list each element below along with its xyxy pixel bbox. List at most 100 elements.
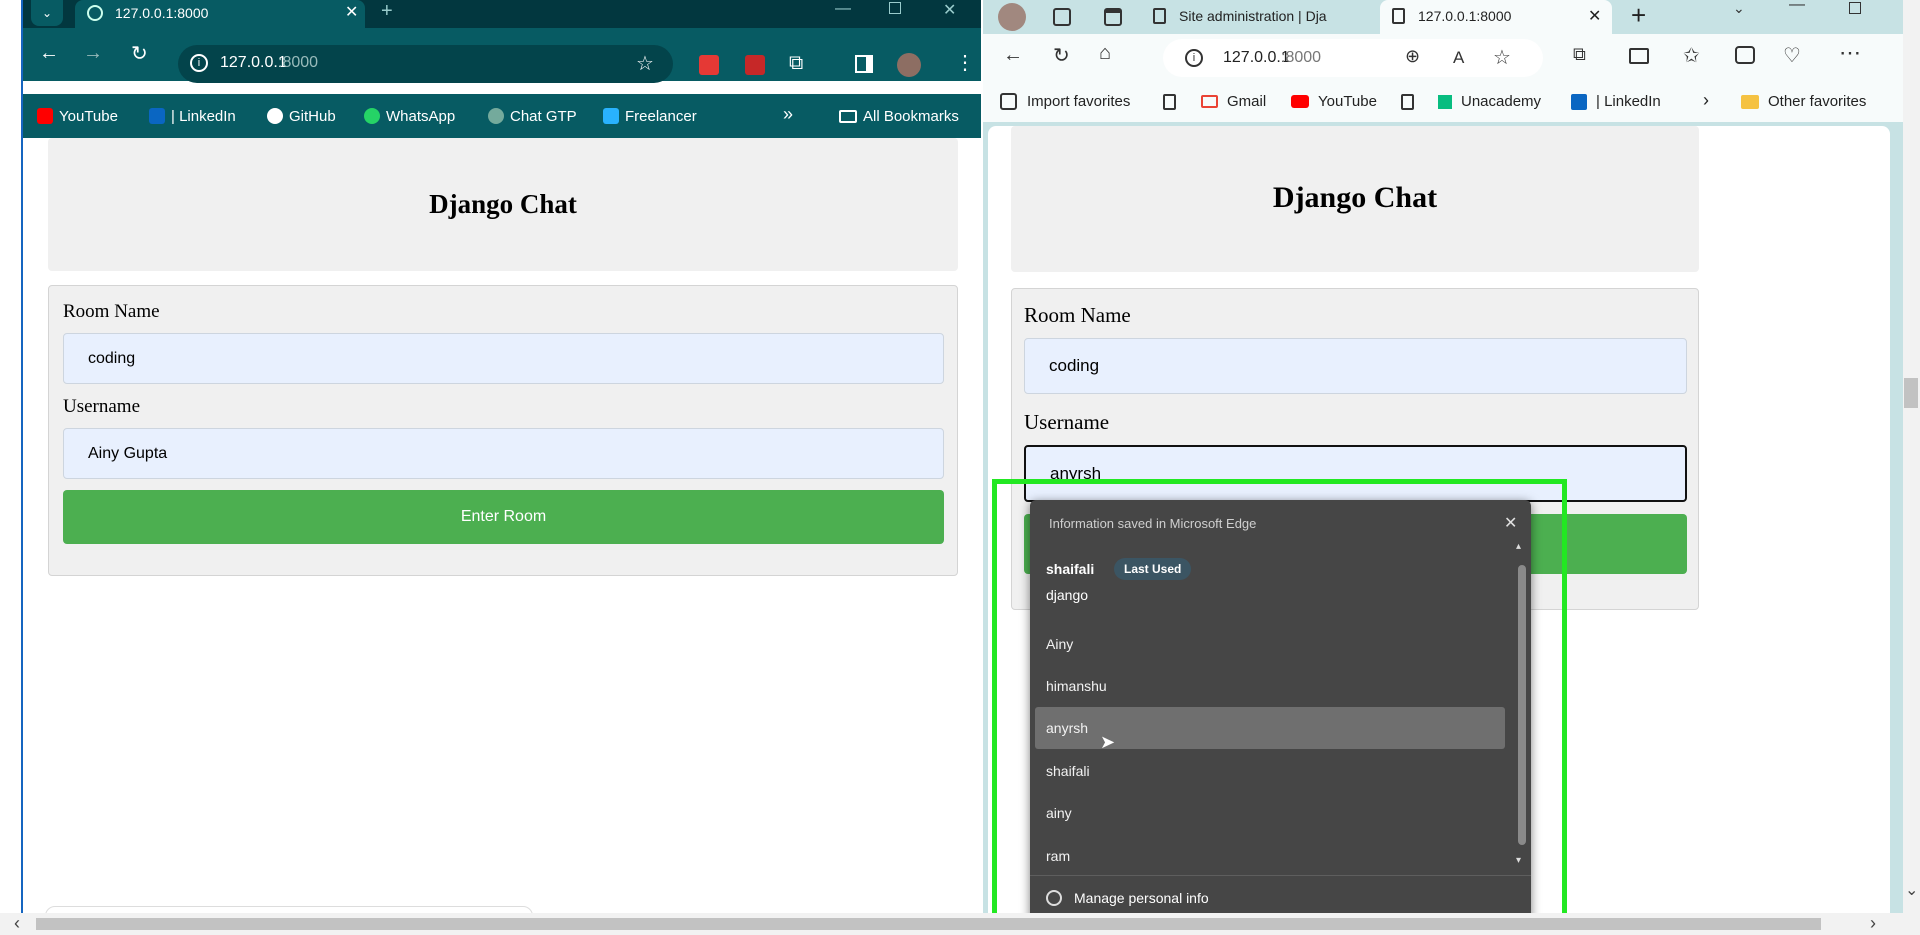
site-info-icon[interactable]: i (190, 54, 208, 72)
autofill-scrollbar[interactable]: ▴ ▾ (1514, 541, 1528, 875)
username-input[interactable]: Ainy Gupta (63, 428, 944, 479)
horizontal-scrollbar[interactable]: ‹ › (0, 913, 1903, 935)
gmail-icon (1201, 95, 1218, 108)
bookmark-chatgtp[interactable]: Chat GTP (488, 94, 577, 138)
freelancer-icon (603, 108, 619, 124)
bookmark-star-icon[interactable]: ☆ (636, 51, 654, 76)
chrome-bookmarks-bar: YouTube | LinkedIn GitHub WhatsApp Chat … (23, 94, 981, 138)
tab-list-chevron-icon[interactable]: ⌄ (1733, 0, 1745, 17)
settings-more-icon[interactable]: ⋯ (1839, 40, 1861, 66)
minimize-icon[interactable]: — (1789, 0, 1805, 14)
workspaces-icon[interactable] (1053, 8, 1071, 26)
chrome-window: ⌄ 127.0.0.1:8000 ✕ + — ✕ ← → ↻ i 127.0.0… (21, 0, 981, 935)
favorite-linkedin[interactable]: | LinkedIn (1571, 93, 1661, 110)
favorite-star-icon[interactable]: ☆ (1493, 45, 1511, 70)
maximize-icon[interactable] (1849, 2, 1861, 14)
browser-essentials-icon[interactable]: ♡ (1783, 43, 1801, 68)
person-card-icon (1046, 890, 1062, 906)
autofill-item[interactable]: himanshu (1035, 665, 1505, 707)
manage-personal-info-button[interactable]: Manage personal info (1046, 890, 1209, 906)
outer-vertical-scrollbar[interactable]: ⌄ (1903, 0, 1920, 935)
page-header: Django Chat (1011, 126, 1699, 272)
favorite-youtube[interactable]: YouTube (1291, 93, 1377, 110)
new-tab-icon[interactable]: + (1631, 0, 1646, 31)
bookmark-label: YouTube (59, 107, 118, 125)
page-icon[interactable] (1401, 94, 1414, 110)
close-window-icon[interactable]: ✕ (943, 0, 956, 20)
reload-icon[interactable]: ↻ (1053, 43, 1070, 68)
room-name-input[interactable]: coding (1024, 338, 1687, 394)
collections-icon[interactable] (1735, 46, 1755, 64)
bookmarks-overflow-icon[interactable]: » (783, 104, 793, 125)
manage-label: Manage personal info (1074, 890, 1209, 906)
page-icon[interactable] (1163, 94, 1176, 110)
forward-icon[interactable]: → (83, 42, 103, 65)
favorite-unacademy[interactable]: Unacademy (1438, 93, 1541, 110)
favorites-icon[interactable]: ✩ (1683, 43, 1700, 68)
tab-close-icon[interactable]: ✕ (1588, 6, 1601, 26)
edge-tab-admin[interactable]: Site administration | Dja (1143, 0, 1363, 34)
page-title: Django Chat (429, 189, 577, 219)
scroll-thumb[interactable] (1904, 378, 1918, 408)
autofill-item[interactable]: ainy (1035, 792, 1505, 834)
extension-icon-1[interactable] (699, 55, 719, 75)
reload-icon[interactable]: ↻ (131, 41, 148, 66)
back-icon[interactable]: ← (39, 42, 59, 65)
tab-search-button[interactable]: ⌄ (31, 0, 63, 26)
bookmark-whatsapp[interactable]: WhatsApp (364, 94, 455, 138)
edge-tab-active[interactable]: 127.0.0.1:8000 ✕ (1380, 0, 1612, 34)
new-tab-icon[interactable]: + (381, 0, 393, 23)
favorite-label: | LinkedIn (1596, 93, 1661, 110)
import-favorites-button[interactable]: Import favorites (1000, 93, 1130, 110)
scroll-thumb[interactable] (1518, 565, 1526, 845)
unacademy-icon (1438, 94, 1452, 109)
scroll-right-icon[interactable]: › (1870, 913, 1876, 934)
split-screen-icon[interactable] (1629, 48, 1649, 64)
extensions-puzzle-icon[interactable]: ⧉ (789, 52, 803, 75)
zoom-icon[interactable]: ⊕ (1405, 46, 1420, 67)
autofill-popup: Information saved in Microsoft Edge ✕ sh… (1030, 500, 1531, 935)
linkedin-icon (1571, 93, 1587, 110)
bookmark-youtube[interactable]: YouTube (37, 94, 118, 138)
scroll-down-icon[interactable]: ▾ (1516, 855, 1521, 866)
scroll-up-icon[interactable]: ▴ (1516, 541, 1521, 552)
chrome-tab-active[interactable]: 127.0.0.1:8000 ✕ (75, 0, 365, 28)
chrome-menu-icon[interactable]: ⋮ (955, 50, 975, 75)
profile-avatar[interactable] (897, 53, 921, 77)
chrome-address-bar[interactable]: i 127.0.0.1 :8000 ☆ (178, 45, 673, 83)
favorite-gmail[interactable]: Gmail (1201, 93, 1266, 110)
scroll-thumb[interactable] (36, 918, 1821, 930)
autofill-first-entry[interactable]: shaifali Last Used django (1046, 558, 1486, 608)
all-bookmarks-button[interactable]: All Bookmarks (839, 94, 959, 138)
autofill-item[interactable]: ram (1035, 835, 1505, 877)
autofill-item[interactable]: shaifali (1035, 750, 1505, 792)
scroll-down-icon[interactable]: ⌄ (1905, 880, 1918, 900)
tab-actions-icon[interactable] (1104, 8, 1122, 26)
tab-close-icon[interactable]: ✕ (345, 2, 358, 22)
home-icon[interactable]: ⌂ (1099, 42, 1111, 65)
username-input[interactable]: anyrsh (1024, 445, 1687, 502)
site-info-icon[interactable]: i (1185, 49, 1203, 67)
maximize-icon[interactable] (889, 2, 901, 14)
extension-icon-2[interactable] (745, 55, 765, 75)
other-favorites-button[interactable]: Other favorites (1741, 93, 1866, 110)
close-icon[interactable]: ✕ (1504, 513, 1517, 533)
scroll-left-icon[interactable]: ‹ (14, 913, 20, 934)
youtube-icon (37, 108, 53, 124)
tab-title: 127.0.0.1:8000 (1418, 8, 1512, 24)
minimize-icon[interactable]: — (835, 0, 851, 18)
folder-icon (1741, 94, 1759, 109)
bookmark-github[interactable]: GitHub (267, 94, 336, 138)
room-name-input[interactable]: coding (63, 333, 944, 384)
profile-avatar[interactable] (998, 3, 1026, 31)
read-aloud-icon[interactable]: A (1453, 48, 1464, 68)
extensions-icon[interactable]: ⧉ (1573, 44, 1586, 65)
edge-address-bar[interactable]: i 127.0.0.1 :8000 ⊕ A ☆ (1163, 39, 1543, 77)
autofill-item[interactable]: Ainy (1035, 623, 1505, 665)
side-panel-icon[interactable] (855, 55, 873, 73)
bookmark-linkedin[interactable]: | LinkedIn (149, 94, 236, 138)
enter-room-button[interactable]: Enter Room (63, 490, 944, 544)
bookmark-freelancer[interactable]: Freelancer (603, 94, 697, 138)
favorites-overflow-icon[interactable]: › (1703, 90, 1709, 111)
back-icon[interactable]: ← (1003, 44, 1023, 67)
